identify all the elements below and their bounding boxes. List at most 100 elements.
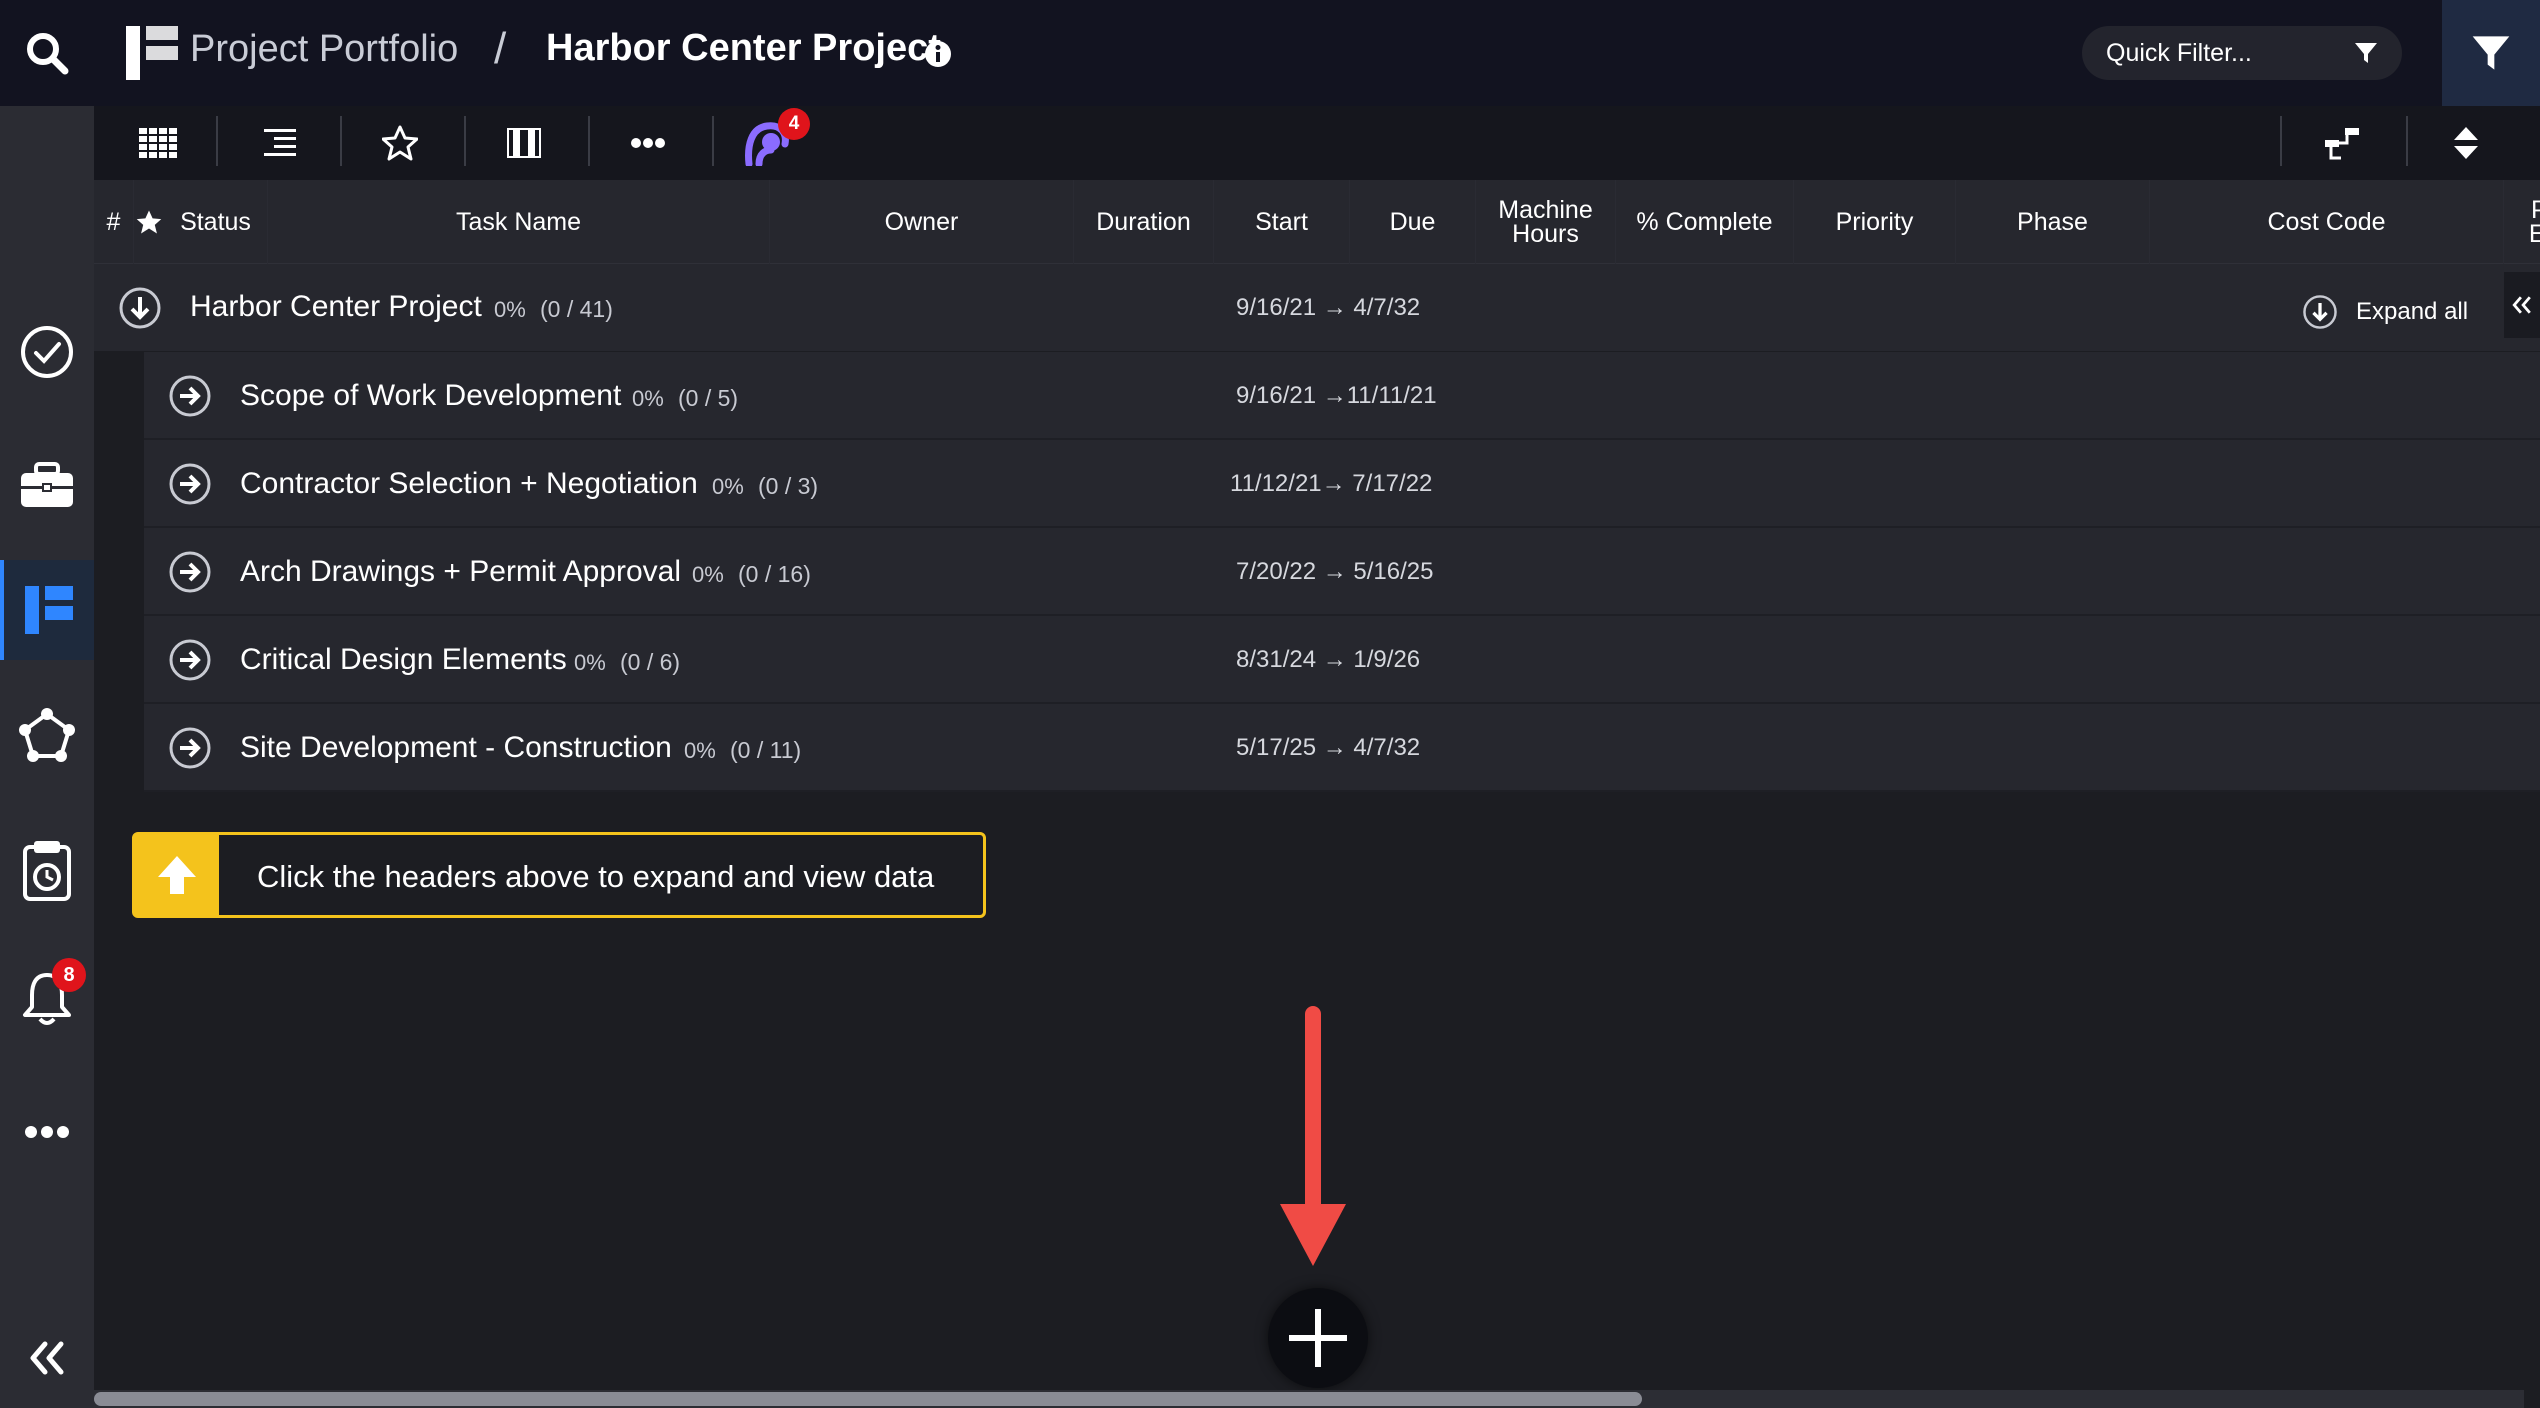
expand-arrow-circle-icon[interactable]: [168, 726, 212, 770]
toolbar-divider: [2280, 116, 2282, 166]
row-percent: 0%: [632, 386, 664, 411]
row-indent-gutter: [94, 352, 144, 792]
toolbar-divider: [464, 116, 466, 166]
search-button[interactable]: [0, 0, 94, 106]
collapse-rail-button[interactable]: [0, 1308, 94, 1408]
search-icon: [27, 33, 69, 75]
row-date-range: 8/31/24 → 1/9/26: [1236, 646, 1421, 673]
nav-more-button[interactable]: [0, 1082, 94, 1182]
view-toolbar: 4: [94, 106, 2540, 180]
expand-arrow-circle-icon[interactable]: [168, 462, 212, 506]
network-icon: [19, 708, 75, 762]
column-header-cost-code[interactable]: Cost Code: [2150, 180, 2504, 264]
expand-arrow-circle-icon[interactable]: [168, 638, 212, 682]
nav-network-button[interactable]: [0, 686, 94, 786]
column-header-owner[interactable]: Owner: [770, 180, 1074, 264]
column-header-status[interactable]: Status: [164, 180, 268, 264]
annotation-arrow-down-icon: [1280, 1006, 1346, 1266]
funnel-icon: [2355, 43, 2377, 63]
toolbar-divider: [2406, 116, 2408, 166]
nav-portfolio-button[interactable]: [0, 560, 94, 660]
toolbar-divider: [340, 116, 342, 166]
expand-all-label: Expand all: [2356, 298, 2469, 325]
project-row[interactable]: Harbor Center Project 0% (0 / 41) 9/16/2…: [94, 264, 2540, 352]
collapse-panel-button[interactable]: [2504, 272, 2540, 338]
quick-filter-input[interactable]: Quick Filter...: [2082, 26, 2402, 80]
table-row[interactable]: Critical Design Elements 0% (0 / 6) 8/31…: [144, 616, 2540, 704]
row-percent: 0%: [684, 738, 716, 763]
row-percent: 0%: [494, 297, 526, 322]
sort-arrows-icon: [2454, 127, 2478, 159]
row-task-name: Harbor Center Project: [190, 290, 482, 323]
row-task-name: Critical Design Elements: [240, 643, 567, 676]
columns-button[interactable]: [494, 120, 554, 166]
column-header-machine-hours[interactable]: Machine Hours: [1476, 180, 1616, 264]
row-count: (0 / 6): [620, 649, 681, 675]
column-header-percent-complete[interactable]: % Complete: [1616, 180, 1794, 264]
table-header: # Status Task Name Owner Duration Start …: [94, 180, 2540, 264]
breadcrumb-separator: /: [494, 24, 507, 73]
add-task-button[interactable]: [1268, 1288, 1368, 1388]
expand-hint-callout: Click the headers above to expand and vi…: [132, 832, 986, 918]
column-header-number[interactable]: #: [94, 180, 134, 264]
indent-view-button[interactable]: [250, 120, 310, 166]
row-date-range: 9/16/21 →11/11/21: [1236, 382, 1437, 409]
row-count: (0 / 5): [678, 385, 739, 411]
nav-notifications-button[interactable]: 8: [0, 948, 94, 1048]
nav-tasks-button[interactable]: [0, 302, 94, 402]
info-icon[interactable]: [924, 40, 952, 68]
collaborators-button[interactable]: 4: [738, 108, 810, 166]
collaborators-badge: 4: [778, 108, 810, 140]
column-header-duration[interactable]: Duration: [1074, 180, 1214, 264]
column-header-task-name[interactable]: Task Name: [268, 180, 770, 264]
column-header-priority[interactable]: Priority: [1794, 180, 1956, 264]
expand-arrow-circle-icon[interactable]: [168, 550, 212, 594]
double-chevron-left-icon: [30, 1341, 64, 1375]
collapse-circle-icon[interactable]: [118, 286, 162, 330]
column-header-due[interactable]: Due: [1350, 180, 1476, 264]
sort-button[interactable]: [2436, 120, 2496, 166]
row-date-range: 5/17/25 → 4/7/32: [1236, 734, 1421, 761]
expand-all-button[interactable]: Expand all: [2302, 294, 2468, 330]
nav-timesheet-button[interactable]: [0, 820, 94, 920]
dependency-arrows-icon: [2325, 128, 2359, 160]
hint-icon-box: [135, 835, 219, 915]
favorites-button[interactable]: [370, 120, 430, 166]
table-row[interactable]: Scope of Work Development 0% (0 / 5) 9/1…: [144, 352, 2540, 440]
toolbar-divider: [588, 116, 590, 166]
top-bar: Project Portfolio / Harbor Center Projec…: [94, 0, 2540, 106]
breadcrumb-portfolio-link[interactable]: Project Portfolio: [190, 28, 458, 71]
row-percent: 0%: [712, 474, 744, 499]
row-percent: 0%: [574, 650, 606, 675]
dependencies-button[interactable]: [2312, 120, 2372, 166]
portfolio-icon: [25, 586, 73, 634]
row-task-name: Site Development - Construction: [240, 731, 672, 764]
column-header-start[interactable]: Start: [1214, 180, 1350, 264]
grid-view-button[interactable]: [128, 120, 188, 166]
row-date-range: 9/16/21 → 4/7/32: [1236, 294, 1421, 321]
column-header-phase[interactable]: Phase: [1956, 180, 2150, 264]
toolbar-divider: [216, 116, 218, 166]
table-row[interactable]: Contractor Selection + Negotiation 0% (0…: [144, 440, 2540, 528]
column-header-favorite[interactable]: [134, 180, 164, 264]
double-chevron-left-icon: [2512, 296, 2531, 314]
expand-arrow-circle-icon[interactable]: [168, 374, 212, 418]
table-row[interactable]: Arch Drawings + Permit Approval 0% (0 / …: [144, 528, 2540, 616]
app-root: 8 Project Portfolio / Harbor Center Proj…: [0, 0, 2540, 1408]
horizontal-scrollbar[interactable]: [94, 1390, 2524, 1408]
table-row[interactable]: Site Development - Construction 0% (0 / …: [144, 704, 2540, 792]
scrollbar-thumb[interactable]: [94, 1392, 1642, 1406]
column-header-project-estimate[interactable]: Pr Es: [2504, 180, 2540, 264]
timesheet-icon: [23, 841, 71, 901]
quick-filter-placeholder: Quick Filter...: [2106, 38, 2252, 67]
row-count: (0 / 41): [540, 296, 613, 322]
more-dots-icon: [631, 138, 665, 148]
nav-work-button[interactable]: [0, 436, 94, 536]
columns-icon: [507, 128, 541, 158]
more-dots-icon: [25, 1126, 69, 1138]
more-options-button[interactable]: [618, 120, 678, 166]
portfolio-breadcrumb-icon[interactable]: [124, 24, 180, 82]
funnel-icon: [2472, 36, 2510, 70]
left-nav-rail: 8: [0, 0, 94, 1408]
filter-button[interactable]: [2442, 0, 2540, 106]
